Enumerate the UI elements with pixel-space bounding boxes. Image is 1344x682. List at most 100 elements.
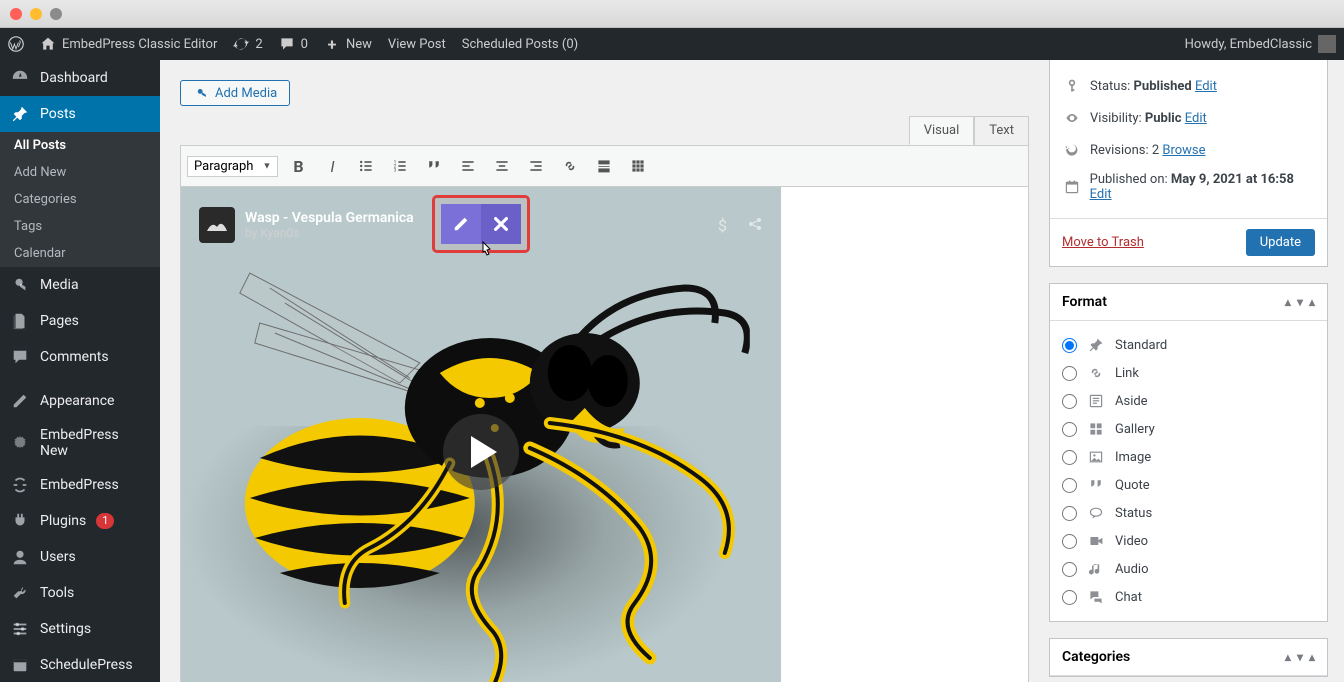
menu-posts[interactable]: Posts bbox=[0, 96, 160, 132]
format-radio[interactable] bbox=[1062, 338, 1077, 353]
embed-preview[interactable]: Wasp - Vespula Germanica by Kyan0s $ bbox=[181, 187, 781, 682]
editor-canvas[interactable]: Wasp - Vespula Germanica by Kyan0s $ bbox=[180, 187, 1029, 682]
panel-toggle-icon[interactable]: ▴ bbox=[1309, 295, 1315, 309]
format-radio[interactable] bbox=[1062, 422, 1077, 437]
align-left-button[interactable] bbox=[454, 152, 482, 180]
submenu-all-posts[interactable]: All Posts bbox=[0, 132, 160, 159]
menu-tools[interactable]: Tools bbox=[0, 575, 160, 611]
move-to-trash-link[interactable]: Move to Trash bbox=[1062, 235, 1144, 250]
pages-icon bbox=[10, 311, 30, 331]
scheduled-posts-link[interactable]: Scheduled Posts (0) bbox=[462, 37, 578, 52]
format-radio[interactable] bbox=[1062, 506, 1077, 521]
paragraph-select[interactable]: Paragraph bbox=[187, 156, 278, 177]
menu-media-label: Media bbox=[40, 277, 79, 293]
view-post-link[interactable]: View Post bbox=[388, 37, 446, 52]
format-radio[interactable] bbox=[1062, 450, 1077, 465]
format-option-link[interactable]: Link bbox=[1062, 359, 1315, 387]
menu-embedpress[interactable]: EmbedPress bbox=[0, 467, 160, 503]
submenu-categories[interactable]: Categories bbox=[0, 186, 160, 213]
format-option-image[interactable]: Image bbox=[1062, 443, 1315, 471]
align-center-button[interactable] bbox=[488, 152, 516, 180]
play-button[interactable] bbox=[443, 414, 519, 490]
site-name-link[interactable]: EmbedPress Classic Editor bbox=[40, 36, 217, 52]
format-option-standard[interactable]: Standard bbox=[1062, 331, 1315, 359]
howdy-link[interactable]: Howdy, EmbedClassic bbox=[1185, 35, 1336, 53]
add-media-button[interactable]: Add Media bbox=[180, 80, 290, 106]
format-option-audio[interactable]: Audio bbox=[1062, 555, 1315, 583]
format-option-chat[interactable]: Chat bbox=[1062, 583, 1315, 611]
numbered-list-button[interactable]: 123 bbox=[386, 152, 414, 180]
format-option-gallery[interactable]: Gallery bbox=[1062, 415, 1315, 443]
standard-icon bbox=[1087, 336, 1105, 354]
embed-share-icon[interactable] bbox=[747, 216, 763, 235]
link-button[interactable] bbox=[556, 152, 584, 180]
plugins-icon bbox=[10, 511, 30, 531]
update-button[interactable]: Update bbox=[1246, 229, 1315, 256]
menu-embedpress-new[interactable]: EmbedPress New bbox=[0, 419, 160, 467]
format-radio[interactable] bbox=[1062, 478, 1077, 493]
bold-button[interactable]: B bbox=[284, 152, 312, 180]
panel-toggle-icon[interactable]: ▴ bbox=[1309, 650, 1315, 664]
menu-dashboard[interactable]: Dashboard bbox=[0, 60, 160, 96]
edit-date-link[interactable]: Edit bbox=[1090, 187, 1112, 202]
tab-visual[interactable]: Visual bbox=[909, 116, 975, 145]
embed-edit-button[interactable] bbox=[441, 204, 481, 244]
close-window-dot[interactable] bbox=[10, 8, 22, 20]
menu-plugins-label: Plugins bbox=[40, 513, 86, 529]
status-icon bbox=[1087, 504, 1105, 522]
menu-comments[interactable]: Comments bbox=[0, 339, 160, 375]
posts-submenu: All Posts Add New Categories Tags Calend… bbox=[0, 132, 160, 267]
submenu-tags[interactable]: Tags bbox=[0, 213, 160, 240]
panel-down-icon[interactable]: ▾ bbox=[1297, 295, 1303, 309]
menu-media[interactable]: Media bbox=[0, 267, 160, 303]
edit-visibility-link[interactable]: Edit bbox=[1185, 111, 1207, 126]
dashboard-icon bbox=[10, 68, 30, 88]
toolbar-toggle-button[interactable] bbox=[624, 152, 652, 180]
format-label: Video bbox=[1115, 534, 1148, 549]
menu-users[interactable]: Users bbox=[0, 539, 160, 575]
format-option-status[interactable]: Status bbox=[1062, 499, 1315, 527]
embed-price-icon[interactable]: $ bbox=[718, 216, 727, 235]
menu-settings[interactable]: Settings bbox=[0, 611, 160, 647]
format-radio[interactable] bbox=[1062, 590, 1077, 605]
tab-text[interactable]: Text bbox=[974, 116, 1029, 145]
format-option-video[interactable]: Video bbox=[1062, 527, 1315, 555]
embed-remove-button[interactable] bbox=[481, 204, 521, 244]
menu-appearance[interactable]: Appearance bbox=[0, 383, 160, 419]
format-label: Chat bbox=[1115, 590, 1142, 605]
format-radio[interactable] bbox=[1062, 562, 1077, 577]
readmore-button[interactable] bbox=[590, 152, 618, 180]
format-radio[interactable] bbox=[1062, 534, 1077, 549]
minimize-window-dot[interactable] bbox=[30, 8, 42, 20]
align-right-button[interactable] bbox=[522, 152, 550, 180]
bullet-list-button[interactable] bbox=[352, 152, 380, 180]
browse-revisions-link[interactable]: Browse bbox=[1162, 143, 1205, 158]
menu-embedpress-label: EmbedPress bbox=[40, 477, 119, 493]
menu-schedulepress[interactable]: SchedulePress bbox=[0, 647, 160, 682]
menu-pages[interactable]: Pages bbox=[0, 303, 160, 339]
submenu-calendar[interactable]: Calendar bbox=[0, 240, 160, 267]
submenu-add-new[interactable]: Add New bbox=[0, 159, 160, 186]
menu-settings-label: Settings bbox=[40, 621, 91, 637]
format-radio[interactable] bbox=[1062, 366, 1077, 381]
quote-icon bbox=[1087, 476, 1105, 494]
wp-admin-bar: EmbedPress Classic Editor 2 0 +New View … bbox=[0, 28, 1344, 60]
updates-link[interactable]: 2 bbox=[233, 36, 262, 52]
admin-sidebar: Dashboard Posts All Posts Add New Catego… bbox=[0, 60, 160, 682]
new-link[interactable]: +New bbox=[324, 36, 372, 52]
panel-up-icon[interactable]: ▴ bbox=[1285, 295, 1291, 309]
panel-down-icon[interactable]: ▾ bbox=[1297, 650, 1303, 664]
format-option-quote[interactable]: Quote bbox=[1062, 471, 1315, 499]
maximize-window-dot[interactable] bbox=[50, 8, 62, 20]
edit-status-link[interactable]: Edit bbox=[1195, 79, 1217, 94]
format-option-aside[interactable]: Aside bbox=[1062, 387, 1315, 415]
editor-toolbar: Paragraph B I 123 bbox=[180, 145, 1029, 187]
italic-button[interactable]: I bbox=[318, 152, 346, 180]
menu-plugins[interactable]: Plugins1 bbox=[0, 503, 160, 539]
tools-icon bbox=[10, 583, 30, 603]
panel-up-icon[interactable]: ▴ bbox=[1285, 650, 1291, 664]
blockquote-button[interactable] bbox=[420, 152, 448, 180]
comments-link[interactable]: 0 bbox=[279, 36, 308, 52]
format-radio[interactable] bbox=[1062, 394, 1077, 409]
wp-logo[interactable] bbox=[8, 36, 24, 52]
